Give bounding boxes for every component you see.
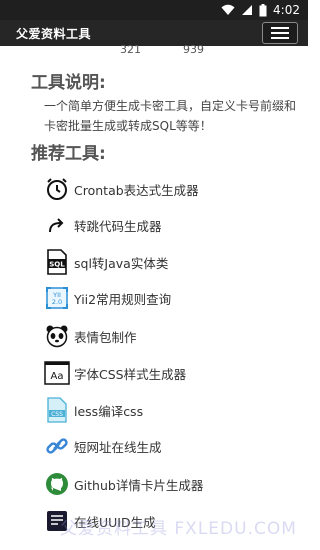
- app-bar: 父爱资料工具: [0, 20, 308, 46]
- svg-text:SQL: SQL: [49, 261, 65, 269]
- tool-label: 转跳代码生成器: [74, 218, 162, 234]
- sql-file-icon: SQL: [44, 249, 70, 275]
- intro-heading: 工具说明:: [31, 73, 106, 93]
- tool-label: 字体CSS样式生成器: [74, 366, 187, 382]
- css-file-icon: CSS: [44, 397, 70, 423]
- svg-text:CSS: CSS: [51, 411, 63, 418]
- tool-item-short-url[interactable]: 短网址在线生成: [44, 432, 294, 460]
- stat-count: 939: [183, 43, 204, 56]
- tool-label: 表情包制作: [74, 329, 137, 345]
- svg-text:Aa: Aa: [51, 371, 64, 382]
- menu-button[interactable]: [262, 22, 298, 44]
- tool-label: Yii2常用规则查询: [74, 291, 172, 307]
- svg-text:2.0: 2.0: [52, 298, 62, 306]
- signal-icon: [242, 5, 253, 15]
- tool-item-crontab[interactable]: Crontab表达式生成器: [44, 175, 294, 203]
- tool-item-less-css[interactable]: CSS less编译css: [44, 396, 294, 424]
- redirect-arrow-icon: [44, 212, 70, 238]
- hamburger-line: [271, 27, 289, 29]
- link-icon: [44, 433, 70, 459]
- tool-item-meme[interactable]: 表情包制作: [44, 322, 294, 350]
- tool-label: Github详情卡片生成器: [74, 477, 204, 493]
- stats-row: 321 939: [0, 43, 308, 56]
- wifi-icon: [221, 4, 235, 15]
- tool-item-font-css[interactable]: Aa 字体CSS样式生成器: [44, 359, 294, 387]
- tool-label: less编译css: [74, 403, 144, 419]
- hamburger-line: [271, 32, 289, 34]
- clock-time: 4:02: [273, 3, 300, 17]
- hamburger-line: [271, 37, 289, 39]
- github-icon: [44, 471, 70, 497]
- yii-icon: YII 2.0: [44, 285, 70, 311]
- watermark: 父爱资料工具 FXLEDU.COM: [60, 519, 297, 539]
- tool-label: sql转Java实体类: [74, 255, 169, 271]
- tool-item-github-card[interactable]: Github详情卡片生成器: [44, 470, 294, 498]
- panda-face-icon: [44, 323, 70, 349]
- tool-item-sql-java[interactable]: SQL sql转Java实体类: [44, 248, 294, 276]
- tool-label: Crontab表达式生成器: [74, 182, 199, 198]
- tool-label: 短网址在线生成: [74, 439, 162, 455]
- status-bar: 4:02: [0, 0, 308, 20]
- font-aa-icon: Aa: [44, 360, 70, 386]
- app-title: 父爱资料工具: [16, 27, 92, 41]
- tool-item-redirect[interactable]: 转跳代码生成器: [44, 211, 294, 239]
- battery-icon: [259, 3, 267, 16]
- tool-item-yii2[interactable]: YII 2.0 Yii2常用规则查询: [44, 284, 294, 312]
- clock-icon: [44, 176, 70, 202]
- intro-text: 一个简单方便生成卡密工具，自定义卡号前缀和卡密批量生成或转成SQL等等！: [44, 99, 297, 133]
- stat-count: 321: [120, 43, 141, 56]
- tools-heading: 推荐工具:: [31, 144, 106, 164]
